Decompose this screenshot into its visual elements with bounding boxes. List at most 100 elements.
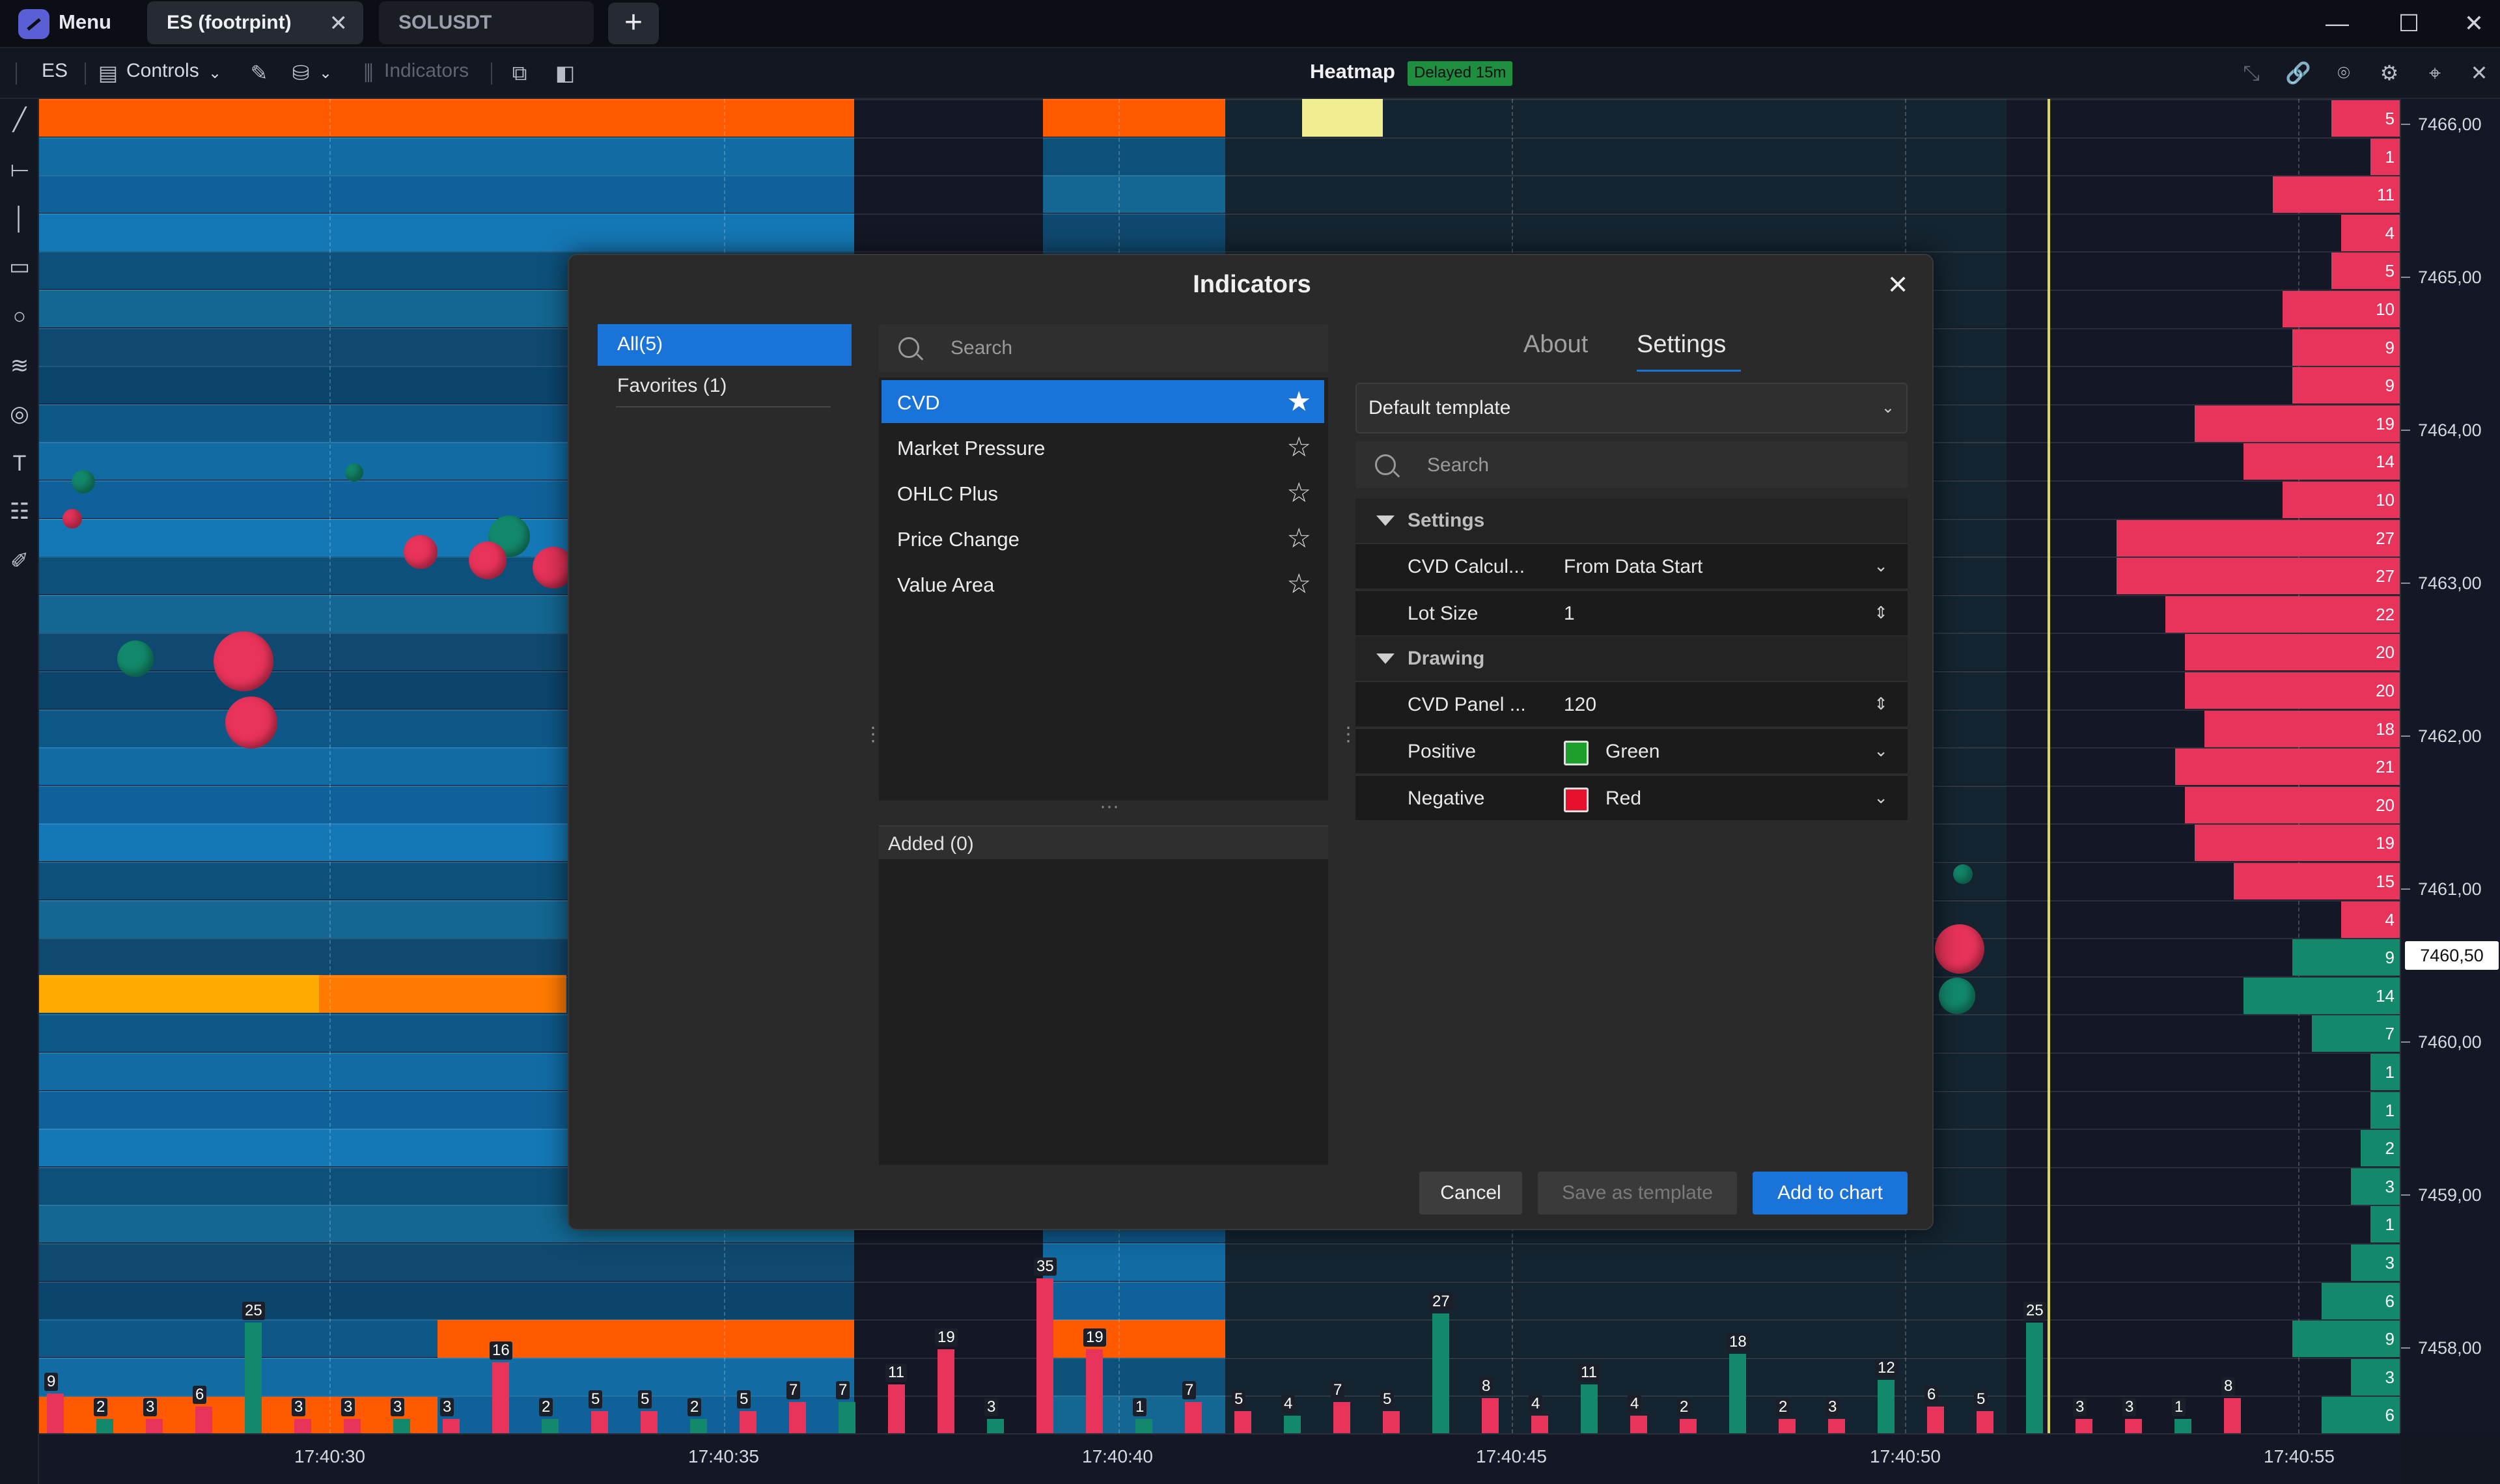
tab-about[interactable]: About	[1523, 331, 1588, 359]
chevron-down-icon[interactable]: ⌄	[208, 64, 221, 83]
symbol-selector[interactable]: ES	[42, 60, 68, 82]
profile-count: 1	[2385, 1062, 2395, 1082]
close-chart-icon[interactable]: ✕	[2465, 59, 2493, 87]
field-lot-size[interactable]: Lot Size 1 ⇕	[1355, 590, 1908, 635]
indicator-label: Price Change	[897, 528, 1020, 551]
volume-bar	[443, 1419, 460, 1433]
profile-count: 15	[2376, 872, 2395, 891]
pencil-icon[interactable]: ✎	[245, 59, 273, 87]
category-label: Favorites	[617, 375, 698, 396]
controls-icon[interactable]: ▤	[95, 59, 121, 87]
profile-count: 19	[2376, 413, 2395, 433]
target-icon[interactable]: ◎	[4, 398, 35, 430]
price-axis[interactable]: 7466,00 7465,00 7464,00 7463,00 7462,00 7461,…	[2400, 99, 2500, 1433]
new-tab-button[interactable]: +	[608, 3, 659, 44]
profile-count: 10	[2376, 299, 2395, 319]
list-item-cvd[interactable]: CVD ★	[882, 380, 1324, 423]
list-item-value-area[interactable]: Value Area ☆	[882, 562, 1324, 605]
add-to-chart-button[interactable]: Add to chart	[1753, 1172, 1908, 1215]
category-favorites[interactable]: Favorites (1)	[598, 366, 852, 407]
heat-row	[1225, 1281, 2007, 1319]
section-settings[interactable]: Settings	[1355, 499, 1908, 543]
collapse-icon[interactable]: ⤡	[2237, 59, 2266, 87]
controls-button[interactable]: Controls	[126, 60, 199, 82]
circle-icon[interactable]: ○	[4, 301, 35, 332]
category-all[interactable]: All(5)	[598, 324, 852, 366]
section-drawing[interactable]: Drawing	[1355, 637, 1908, 681]
database-icon[interactable]: ⛁	[286, 59, 315, 87]
camera-icon[interactable]: ⌾	[2329, 59, 2358, 87]
close-window-icon[interactable]: ✕	[2454, 7, 2493, 40]
field-cvd-calculation[interactable]: CVD Calcul... From Data Start ⌄	[1355, 543, 1908, 588]
volume-bar	[492, 1362, 509, 1433]
resize-handle-icon[interactable]: ⋮	[1339, 725, 1358, 763]
minimize-icon[interactable]: —	[2318, 7, 2357, 40]
star-filled-icon[interactable]: ★	[1286, 387, 1311, 417]
indicator-search-input[interactable]: Search	[879, 324, 1328, 372]
volume-bar	[987, 1419, 1004, 1433]
trade-bubble	[72, 470, 95, 493]
field-positive-color[interactable]: Positive Green ⌄	[1355, 728, 1908, 773]
horizontal-line-icon[interactable]: ⟝	[4, 154, 35, 185]
star-icon[interactable]: ☆	[1286, 478, 1311, 508]
volume-label: 3	[440, 1398, 454, 1416]
volume-bar	[1185, 1402, 1202, 1433]
tab-settings[interactable]: Settings	[1637, 331, 1726, 359]
color-swatch[interactable]	[1564, 741, 1589, 765]
indicators-icon[interactable]: ⫼	[354, 59, 383, 87]
menu-button[interactable]: Menu	[59, 10, 111, 34]
stepper-icon[interactable]: ⇕	[1874, 694, 1888, 714]
trend-line-icon[interactable]: ╱	[4, 104, 35, 135]
field-cvd-panel[interactable]: CVD Panel ... 120 ⇕	[1355, 681, 1908, 726]
object-list-icon[interactable]: ☷	[4, 496, 35, 527]
drag-handle-icon[interactable]	[16, 62, 17, 85]
time-label: 17:40:45	[1476, 1446, 1547, 1466]
link-icon[interactable]: 🔗	[2284, 59, 2312, 87]
close-icon[interactable]: ×	[1880, 267, 1915, 302]
star-icon[interactable]: ☆	[1286, 523, 1311, 553]
crosshair-icon[interactable]: ⌖	[2421, 59, 2449, 87]
list-item-market-pressure[interactable]: Market Pressure ☆	[882, 426, 1324, 469]
fibonacci-icon[interactable]: ≋	[4, 350, 35, 381]
grid-line	[39, 251, 2400, 253]
settings-search-input[interactable]: Search	[1355, 441, 1908, 488]
chevron-down-icon: ⌄	[1874, 741, 1888, 760]
time-axis[interactable]: 17:40:30 17:40:35 17:40:40 17:40:45 17:40:50…	[39, 1433, 2400, 1484]
tab-solusdt[interactable]: SOLUSDT	[379, 1, 594, 44]
indicators-dialog: Indicators × All(5) Favorites (1) ⋮ Sear…	[568, 254, 1934, 1230]
panel-toggle-icon[interactable]: ◧	[551, 59, 579, 87]
app-logo-icon[interactable]	[18, 9, 49, 39]
color-swatch[interactable]	[1564, 788, 1589, 812]
chevron-down-icon[interactable]: ⌄	[319, 64, 332, 83]
rectangle-icon[interactable]: ▭	[4, 251, 35, 282]
vertical-line-icon[interactable]: │	[4, 203, 35, 234]
template-select[interactable]: Default template ⌄	[1355, 383, 1908, 433]
profile-count: 2	[2385, 1138, 2395, 1159]
collapse-triangle-icon	[1376, 515, 1395, 526]
list-item-price-change[interactable]: Price Change ☆	[882, 517, 1324, 560]
star-icon[interactable]: ☆	[1286, 569, 1311, 599]
current-time-line	[2048, 99, 2050, 1433]
indicator-label: Value Area	[897, 573, 995, 596]
text-tool-icon[interactable]: T	[4, 448, 35, 479]
save-as-template-button[interactable]: Save as template	[1538, 1172, 1737, 1215]
stepper-icon[interactable]: ⇕	[1874, 603, 1888, 623]
resize-handle-icon[interactable]: ⋮	[863, 725, 883, 763]
list-item-ohlc-plus[interactable]: OHLC Plus ☆	[882, 471, 1324, 514]
settings-icon[interactable]: ⚙	[2375, 59, 2404, 87]
brush-icon[interactable]: ✐	[4, 545, 35, 577]
field-negative-color[interactable]: Negative Red ⌄	[1355, 775, 1908, 820]
volume-label: 2	[539, 1398, 553, 1416]
tab-close-icon[interactable]: ✕	[329, 10, 348, 36]
volume-bar	[1531, 1415, 1548, 1433]
star-icon[interactable]: ☆	[1286, 432, 1311, 462]
indicators-button[interactable]: Indicators	[384, 60, 469, 82]
volume-label: 8	[2221, 1377, 2236, 1395]
volume-label: 6	[1924, 1386, 1939, 1405]
splitter-handle-icon[interactable]: ···	[1077, 797, 1142, 816]
tab-es-footprint[interactable]: ES (footrpint) ✕	[147, 1, 363, 44]
layout-icon[interactable]: ⧉	[505, 59, 534, 87]
cancel-button[interactable]: Cancel	[1419, 1172, 1522, 1215]
grid-line	[39, 1281, 2400, 1283]
maximize-icon[interactable]: ☐	[2389, 7, 2428, 40]
